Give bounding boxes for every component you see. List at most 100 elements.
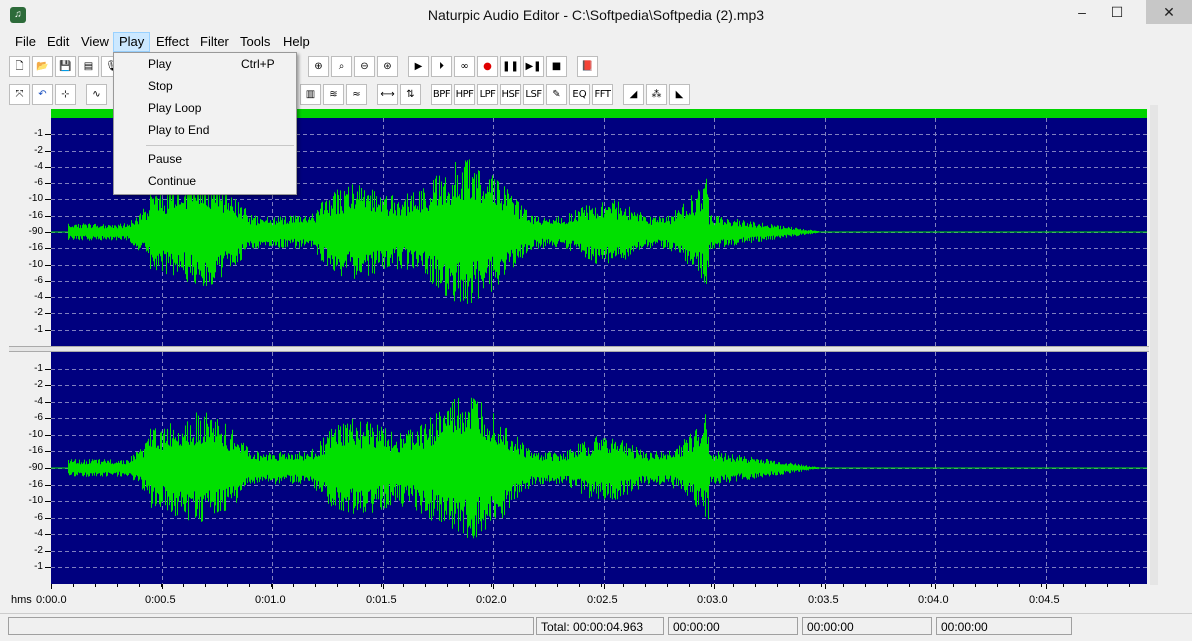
time-label: 0:03.5 [808,594,839,606]
db-label: -90 [28,462,43,473]
menu-play-loop[interactable]: Play Loop [114,97,294,119]
zoom-all-icon[interactable]: ⊛ [377,56,398,77]
waveform-channel-right[interactable] [51,352,1147,584]
menu-play-to-end[interactable]: Play to End [114,119,294,141]
vertical-scrollbar[interactable] [1150,105,1158,585]
zoom-out-icon[interactable]: ⊖ [354,56,375,77]
time-tick [825,584,826,589]
time-minor-tick [645,584,646,587]
wave-icon[interactable]: ∿ [86,84,107,105]
menu-bar: File Edit View Play Effect Filter Tools … [0,31,1192,52]
menu-play-stop[interactable]: Stop [114,75,294,97]
reverb-icon[interactable]: ≈ [346,84,367,105]
time-minor-tick [359,584,360,587]
time-minor-tick [51,584,52,587]
echo-icon[interactable]: ≋ [323,84,344,105]
time-minor-tick [1019,584,1020,587]
lsf-button[interactable]: LSF [523,84,544,105]
loop-icon[interactable]: ∞ [454,56,475,77]
time-minor-tick [513,584,514,587]
stop-icon[interactable]: ■ [546,56,567,77]
fade-out-icon[interactable]: ◣ [669,84,690,105]
status-message [8,617,534,635]
time-minor-tick [931,584,932,587]
time-label: 0:01.0 [255,594,286,606]
play-circle-icon[interactable]: ⏵ [431,56,452,77]
menu-help[interactable]: Help [278,33,315,51]
time-tick [1046,584,1047,589]
time-minor-tick [249,584,250,587]
time-minor-tick [205,584,206,587]
zoom-selection-icon[interactable]: ⌕ [331,56,352,77]
time-tick [714,584,715,589]
db-label: -10 [28,429,43,440]
step-icon[interactable]: ▶❚ [523,56,544,77]
time-minor-tick [843,584,844,587]
time-label: 0:04.0 [918,594,949,606]
hsf-button[interactable]: HSF [500,84,521,105]
custom-filter-icon[interactable]: ✎ [546,84,567,105]
time-minor-tick [821,584,822,587]
time-minor-tick [425,584,426,587]
pitch-icon[interactable]: ⇅ [400,84,421,105]
minimize-button[interactable]: – [1065,0,1099,24]
db-label: -6 [34,412,43,423]
time-minor-tick [271,584,272,587]
amplify-icon[interactable]: ▥ [300,84,321,105]
menu-play-play[interactable]: Play Ctrl+P [114,53,294,75]
new-file-icon[interactable]: 🗋 [9,56,30,77]
time-tick [493,584,494,589]
time-minor-tick [95,584,96,587]
time-minor-tick [733,584,734,587]
pause-icon[interactable]: ❚❚ [500,56,521,77]
close-button[interactable]: ✕ [1146,0,1192,24]
fft-button[interactable]: FFT [592,84,613,105]
play-label: Play [148,57,172,71]
book-icon[interactable]: 📕 [577,56,598,77]
menu-play-pause[interactable]: Pause [114,148,294,170]
noise-icon[interactable]: ⁂ [646,84,667,105]
cursor-icon[interactable]: ⊹ [55,84,76,105]
zoom-in-icon[interactable]: ⊕ [308,56,329,77]
undo-icon[interactable]: ↶ [32,84,53,105]
menu-edit[interactable]: Edit [42,33,74,51]
time-minor-tick [117,584,118,587]
time-tick [272,584,273,589]
menu-tools[interactable]: Tools [235,33,275,51]
menu-play[interactable]: Play [113,32,151,52]
fade-in-icon[interactable]: ◢ [623,84,644,105]
menu-view[interactable]: View [76,33,114,51]
menu-play-continue[interactable]: Continue [114,170,294,192]
lpf-button[interactable]: LPF [477,84,498,105]
status-start: 00:00:00 [668,617,798,635]
time-minor-tick [491,584,492,587]
db-label: -16 [28,479,43,490]
bpf-button[interactable]: BPF [431,84,452,105]
time-minor-tick [1085,584,1086,587]
menu-file[interactable]: File [10,33,41,51]
db-label: -90 [28,226,43,237]
menu-filter[interactable]: Filter [195,33,234,51]
stretch-icon[interactable]: ⟷ [377,84,398,105]
hpf-button[interactable]: HPF [454,84,475,105]
db-label: -4 [34,528,43,539]
pause-label: Pause [148,152,183,166]
eq-icon[interactable]: EQ [569,84,590,105]
db-ruler-right: -1 -2 -4 -6 -10 -16 -90 -16 -10 -6 -4 -2 -1 [9,352,51,584]
time-label: 0:00.5 [145,594,176,606]
properties-icon[interactable]: ▤ [78,56,99,77]
stop-label: Stop [148,79,173,93]
save-icon[interactable]: 💾 [55,56,76,77]
time-minor-tick [447,584,448,587]
db-label: -4 [34,161,43,172]
menu-effect[interactable]: Effect [151,33,194,51]
record-dot-icon[interactable]: ● [477,56,498,77]
time-minor-tick [1041,584,1042,587]
maximize-button[interactable]: ☐ [1100,0,1134,24]
play-icon[interactable]: ▶ [408,56,429,77]
fit-icon[interactable]: ⤧ [9,84,30,105]
play-shortcut: Ctrl+P [241,57,275,71]
time-label: 0:03.0 [697,594,728,606]
open-folder-icon[interactable]: 📂 [32,56,53,77]
time-minor-tick [183,584,184,587]
